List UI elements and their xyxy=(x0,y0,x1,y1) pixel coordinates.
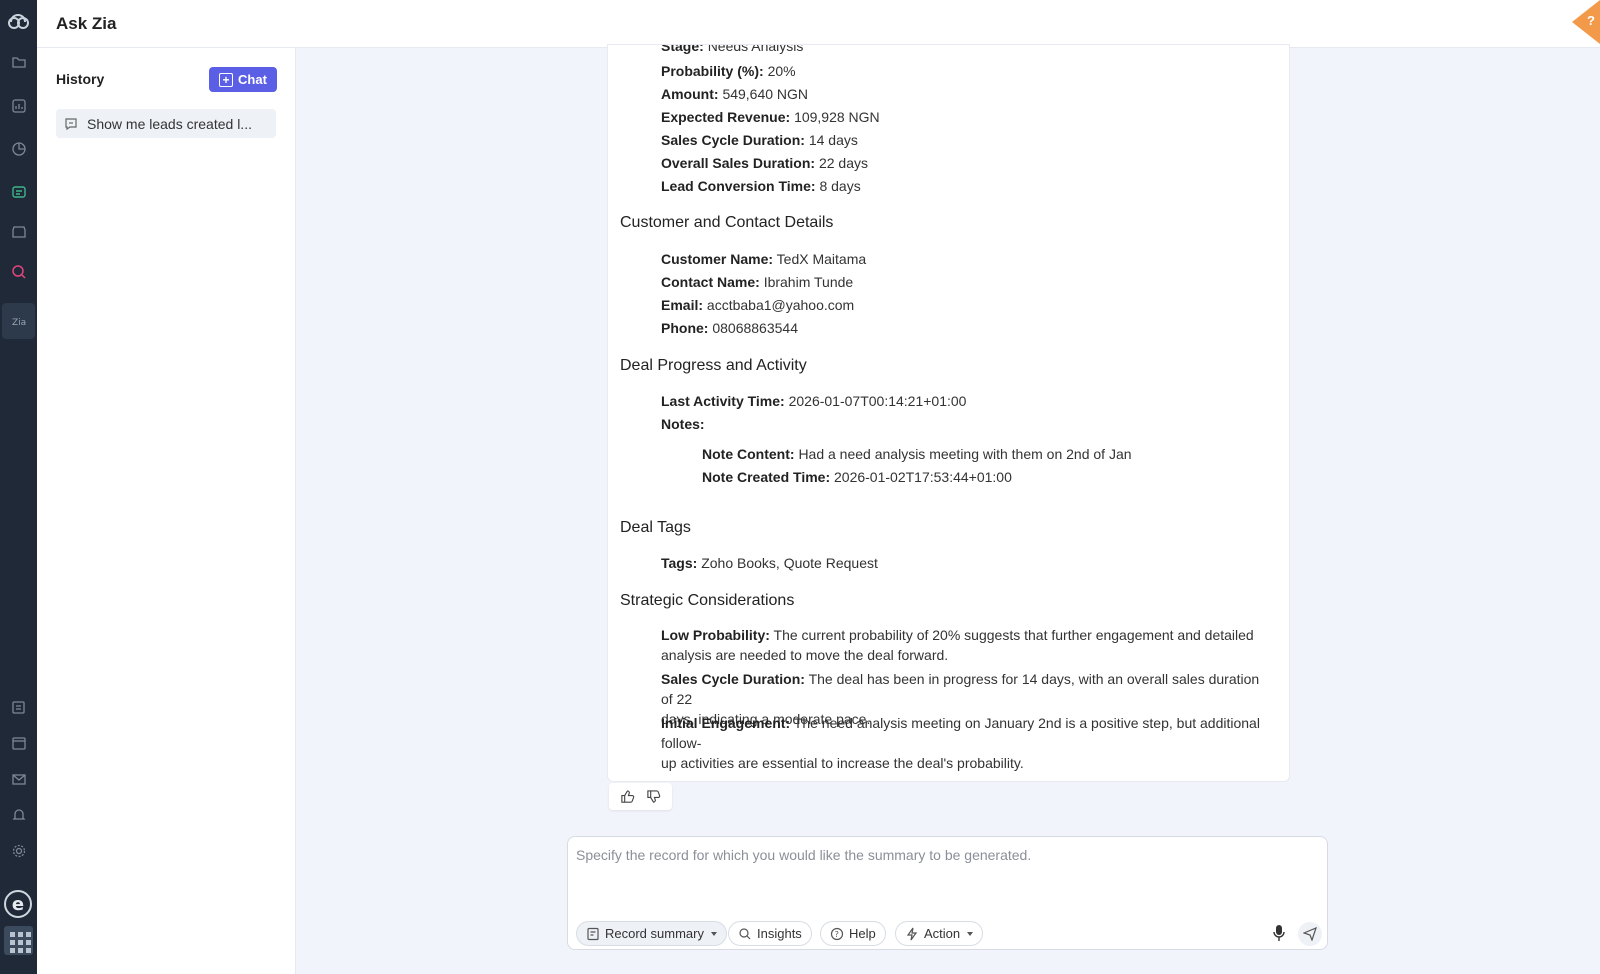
new-chat-button[interactable]: + Chat xyxy=(209,67,277,92)
chevron-down-icon xyxy=(967,931,974,936)
deal-field-row: Overall Sales Duration: 22 days xyxy=(661,155,868,171)
help-label: Help xyxy=(849,926,876,941)
record-summary-dropdown[interactable]: Record summary xyxy=(576,921,727,946)
store-icon[interactable] xyxy=(9,222,28,241)
insights-icon xyxy=(739,927,751,939)
deal-field-row: Probability (%): 20% xyxy=(661,63,796,79)
deal-field-row: Expected Revenue: 109,928 NGN xyxy=(661,109,880,125)
deal-field-row: Sales Cycle Duration: 14 days xyxy=(661,132,858,148)
chevron-down-icon xyxy=(710,931,717,936)
question-circle-icon: ? xyxy=(830,927,844,940)
section-heading: Deal Progress and Activity xyxy=(620,357,807,374)
microphone-icon[interactable] xyxy=(1271,924,1287,942)
help-corner-icon[interactable]: ? xyxy=(1572,0,1600,44)
chat-bubble-icon xyxy=(65,117,77,130)
customer-field-row: Email: acctbaba1@yahoo.com xyxy=(661,297,855,313)
history-item[interactable]: Show me leads created l... xyxy=(56,109,276,138)
tags-row: Tags: Zoho Books, Quote Request xyxy=(661,555,878,571)
deal-field-row: Amount: 549,640 NGN xyxy=(661,86,809,102)
mail-icon[interactable] xyxy=(9,769,28,788)
action-label: Action xyxy=(924,926,961,941)
history-title: History xyxy=(56,71,105,87)
search-icon[interactable] xyxy=(9,262,28,281)
folder-icon[interactable] xyxy=(9,52,28,71)
customer-field-row: Contact Name: Ibrahim Tunde xyxy=(661,274,854,290)
page-title: Ask Zia xyxy=(56,14,117,33)
history-item-label: Show me leads created l... xyxy=(87,115,252,132)
help-button[interactable]: ? Help xyxy=(820,921,886,946)
left-nav-rail: Zia e xyxy=(0,0,37,974)
thumbs-up-icon[interactable] xyxy=(620,789,635,804)
note-content-row: Note Content: Had a need analysis meetin… xyxy=(702,446,1132,462)
customer-field-row: Customer Name: TedX Maitama xyxy=(661,251,867,267)
note-created-row: Note Created Time: 2026-01-02T17:53:44+0… xyxy=(702,469,1012,485)
insights-button[interactable]: Insights xyxy=(728,921,812,946)
consideration-item: Low Probability: The current probability… xyxy=(661,627,1254,663)
deal-field-row: Lead Conversion Time: 8 days xyxy=(661,178,861,194)
gear-icon[interactable] xyxy=(9,841,28,860)
section-heading: Customer and Contact Details xyxy=(620,214,834,231)
consideration-item: Initial Engagement: The need analysis me… xyxy=(661,715,1260,771)
svg-text:?: ? xyxy=(835,930,839,939)
plus-icon: + xyxy=(219,72,234,87)
section-heading: Strategic Considerations xyxy=(620,592,795,609)
crm-logo-icon[interactable] xyxy=(5,10,32,33)
calendar-icon[interactable] xyxy=(9,733,28,752)
feedback-bar xyxy=(609,783,672,810)
section-heading: Deal Tags xyxy=(620,519,691,536)
bell-icon[interactable] xyxy=(9,805,28,824)
send-button[interactable] xyxy=(1298,922,1322,946)
lightning-icon xyxy=(906,927,918,940)
apps-grid-icon[interactable] xyxy=(4,926,33,955)
deals-icon[interactable] xyxy=(9,182,28,201)
record-summary-label: Record summary xyxy=(605,926,704,941)
notes-label: Notes: xyxy=(661,416,705,432)
action-dropdown[interactable]: Action xyxy=(895,921,984,946)
new-chat-label: Chat xyxy=(238,72,267,87)
tasks-icon[interactable] xyxy=(9,697,28,716)
zia-icon[interactable]: Zia xyxy=(9,311,28,330)
send-icon xyxy=(1303,927,1317,941)
message-composer[interactable]: Specify the record for which you would l… xyxy=(567,836,1328,950)
composer-placeholder[interactable]: Specify the record for which you would l… xyxy=(576,847,1031,863)
reports-icon[interactable] xyxy=(9,96,28,115)
thumbs-down-icon[interactable] xyxy=(646,789,661,804)
history-panel: History + Chat Show me leads created l..… xyxy=(37,48,296,974)
last-activity-row: Last Activity Time: 2026-01-07T00:14:21+… xyxy=(661,393,967,409)
analytics-icon[interactable] xyxy=(9,139,28,158)
stage-row: Stage: Needs Analysis xyxy=(661,44,804,54)
user-avatar[interactable]: e xyxy=(4,890,32,918)
document-icon xyxy=(587,927,599,940)
top-bar: Ask Zia ? xyxy=(37,0,1600,48)
insights-label: Insights xyxy=(757,926,802,941)
response-card: Stage: Needs Analysis Probability (%): 2… xyxy=(607,44,1290,782)
customer-field-row: Phone: 08068863544 xyxy=(661,320,798,336)
svg-text:Zia: Zia xyxy=(12,318,26,328)
